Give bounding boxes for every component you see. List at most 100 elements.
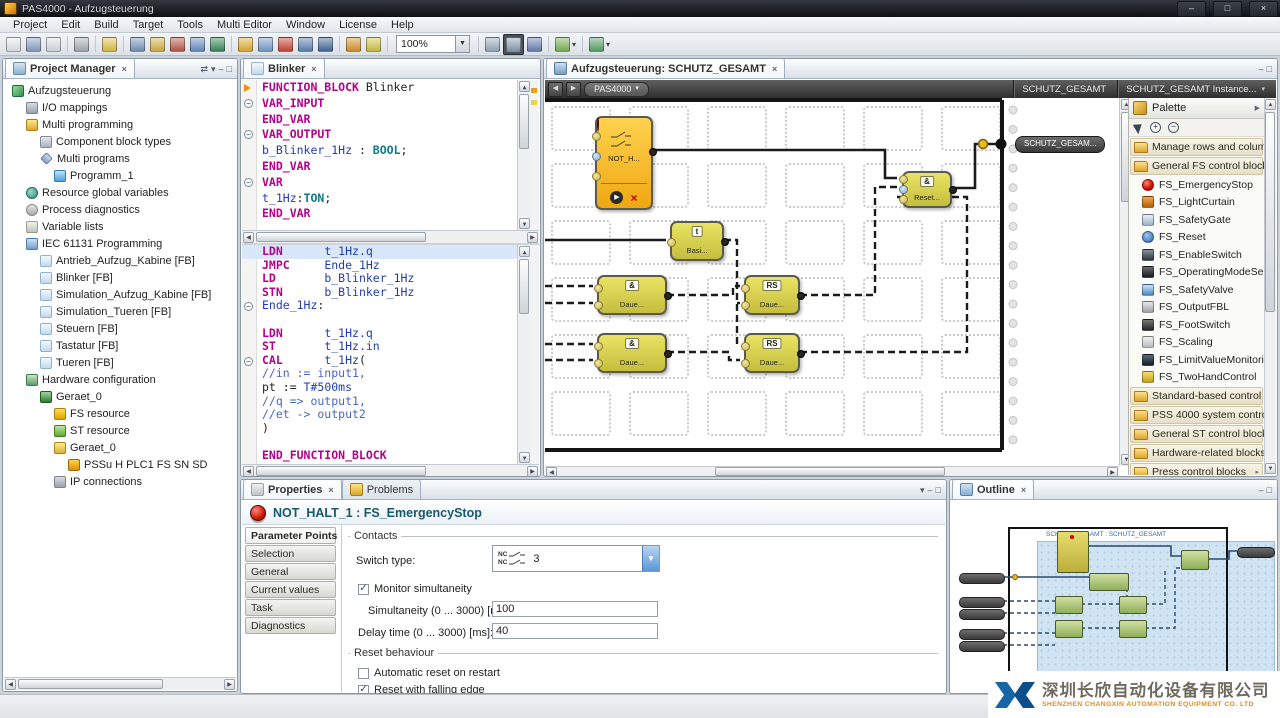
tree-item[interactable]: IP connections xyxy=(4,473,236,490)
tab-close-icon[interactable]: × xyxy=(772,64,777,74)
graph-hscrollbar[interactable]: ◀ ▶ xyxy=(545,466,1119,477)
input-port[interactable] xyxy=(594,301,603,310)
code-line[interactable]: //in := input1, xyxy=(242,367,539,381)
export-icon[interactable] xyxy=(128,35,147,54)
tree-item[interactable]: Antrieb_Aufzug_Kabine [FB] xyxy=(4,252,236,269)
output-port[interactable] xyxy=(797,292,805,300)
menu-item-tools[interactable]: Tools xyxy=(170,18,210,32)
checkbox-icon[interactable]: ✓ xyxy=(358,685,369,695)
input-port[interactable] xyxy=(592,152,601,161)
fold-toggle-icon[interactable]: − xyxy=(244,357,253,366)
graph-header-instance-selector[interactable]: SCHUTZ_GESAMT Instance...▾ xyxy=(1117,80,1273,98)
tree-item[interactable]: ST resource xyxy=(4,422,236,439)
input-port[interactable] xyxy=(741,342,750,351)
menu-item-edit[interactable]: Edit xyxy=(54,18,87,32)
palette-item[interactable]: FS_SafetyGate xyxy=(1129,211,1264,229)
tab-outline[interactable]: Outline× xyxy=(952,479,1034,499)
maximize-view-icon[interactable]: □ xyxy=(1267,65,1272,74)
tree-item[interactable]: Process diagnostics xyxy=(4,201,236,218)
fold-toggle-icon[interactable]: − xyxy=(244,178,253,187)
palette-item[interactable]: FS_FootSwitch xyxy=(1129,316,1264,334)
hierarchy-icon[interactable] xyxy=(587,35,606,54)
maximize-view-icon[interactable]: □ xyxy=(1267,486,1272,495)
code-line[interactable]: END_VAR xyxy=(242,159,539,175)
automatic-reset-checkbox[interactable]: Automatic reset on restart xyxy=(358,667,500,679)
input-port[interactable] xyxy=(594,342,603,351)
block-basis-timer[interactable]: tBasi... xyxy=(670,221,724,261)
input-port[interactable] xyxy=(899,185,908,194)
code-body-pane[interactable]: LDN t_1Hz.qJMPC Ende_1HzLD b_Blinker_1Hz… xyxy=(242,245,539,464)
checkbox-icon[interactable]: ✓ xyxy=(358,584,369,595)
film-icon[interactable] xyxy=(525,35,544,54)
simultaneity-input[interactable] xyxy=(492,601,658,617)
properties-nav-task[interactable]: Task xyxy=(245,599,336,616)
fold-toggle-icon[interactable]: − xyxy=(244,130,253,139)
tab-close-icon[interactable]: × xyxy=(122,64,127,74)
block-reset-and[interactable]: &Reset... xyxy=(902,171,952,208)
tree-item[interactable]: Geraet_0 xyxy=(4,388,236,405)
link-editor-icon[interactable]: ⇄ xyxy=(200,65,208,74)
properties-nav-parameter-points[interactable]: Parameter Points xyxy=(245,527,336,544)
code-declaration-hscrollbar[interactable]: ◀ ▶ xyxy=(242,230,539,243)
audio-icon[interactable] xyxy=(168,35,187,54)
tree-item[interactable]: FS resource xyxy=(4,405,236,422)
filter-icon-dropdown[interactable]: ▾ xyxy=(572,40,576,49)
monitor-simultaneity-checkbox[interactable]: ✓Monitor simultaneity xyxy=(358,583,472,595)
tree-item[interactable]: Hardware configuration xyxy=(4,371,236,388)
code-vscrollbar[interactable]: ▲▼ xyxy=(517,80,530,230)
tree-item[interactable]: Resource global variables xyxy=(4,184,236,201)
output-port[interactable] xyxy=(949,186,957,194)
tab-close-icon[interactable]: × xyxy=(328,485,333,495)
code-line[interactable]: t_1Hz:TON; xyxy=(242,191,539,207)
collapse-palette-icon[interactable]: ▶ xyxy=(1255,104,1260,112)
code-line[interactable]: VAR− xyxy=(242,175,539,191)
maximize-button[interactable]: □ xyxy=(1213,1,1242,17)
maximize-view-icon[interactable]: □ xyxy=(227,65,232,74)
code-line[interactable]: LDN t_1Hz.q xyxy=(242,327,539,341)
block-not-halt[interactable]: NOT_H...▶× xyxy=(595,116,653,210)
tree-item[interactable]: Geraet_0 xyxy=(4,439,236,456)
palette-group-collapsed[interactable]: Standard-based control blo...▸ xyxy=(1130,387,1263,405)
code-line[interactable]: pt := T#500ms xyxy=(242,381,539,395)
code-line[interactable]: CAL t_1Hz(− xyxy=(242,354,539,368)
palette-item[interactable]: FS_Scaling xyxy=(1129,334,1264,352)
copy-icon[interactable] xyxy=(44,35,63,54)
input-port[interactable] xyxy=(594,359,603,368)
zoom-in-icon[interactable]: + xyxy=(1150,122,1161,133)
tree-item[interactable]: Simulation_Aufzug_Kabine [FB] xyxy=(4,286,236,303)
input-port[interactable] xyxy=(592,172,601,181)
back-arrow-icon[interactable]: ◀ xyxy=(548,82,563,97)
minimize-view-icon[interactable]: – xyxy=(219,65,224,74)
tree-item[interactable]: PSSu H PLC1 FS SN SD xyxy=(4,456,236,473)
palette-group-collapsed[interactable]: Press control blocks▸ xyxy=(1130,463,1263,475)
close-button[interactable]: × xyxy=(1249,1,1278,17)
outline-minimap[interactable]: SCHUTZ_GESAMT : SCHUTZ_GESAMT xyxy=(951,501,1276,692)
select-tool-icon[interactable] xyxy=(1133,121,1145,135)
tab-graph-editor[interactable]: Aufzugsteuerung: SCHUTZ_GESAMT× xyxy=(546,58,785,78)
forward-arrow-icon[interactable]: ▶ xyxy=(566,82,581,97)
code-line[interactable]: END_VAR xyxy=(242,206,539,222)
fold-toggle-icon[interactable]: − xyxy=(244,99,253,108)
minimize-view-icon[interactable]: – xyxy=(1259,486,1264,495)
lock-icon[interactable] xyxy=(100,35,119,54)
binoculars-icon[interactable] xyxy=(316,35,335,54)
snapshot-icon[interactable] xyxy=(483,35,502,54)
output-connector-label[interactable]: SCHUTZ_GESAM... xyxy=(1015,136,1105,153)
input-port[interactable] xyxy=(741,359,750,368)
input-port[interactable] xyxy=(899,195,908,204)
tree-item[interactable]: Steuern [FB] xyxy=(4,320,236,337)
zoom-level-combo[interactable]: 100%▼ xyxy=(396,35,470,53)
input-port[interactable] xyxy=(592,132,601,141)
tree-item[interactable]: I/O mappings xyxy=(4,99,236,116)
palette-item[interactable]: FS_EnableSwitch xyxy=(1129,246,1264,264)
palette-vscrollbar[interactable]: ▲ ▼ xyxy=(1264,98,1276,475)
tree-item[interactable]: Blinker [FB] xyxy=(4,269,236,286)
menu-item-window[interactable]: Window xyxy=(279,18,332,32)
minimize-view-icon[interactable]: – xyxy=(928,486,933,495)
palette-item[interactable]: FS_TwoHandControl xyxy=(1129,369,1264,387)
maximize-view-icon[interactable]: □ xyxy=(936,486,941,495)
delay-time-input[interactable] xyxy=(492,623,658,639)
view-menu-icon[interactable]: ▾ xyxy=(920,486,925,495)
code-line[interactable]: ST t_1Hz.in xyxy=(242,340,539,354)
new-icon[interactable] xyxy=(4,35,23,54)
